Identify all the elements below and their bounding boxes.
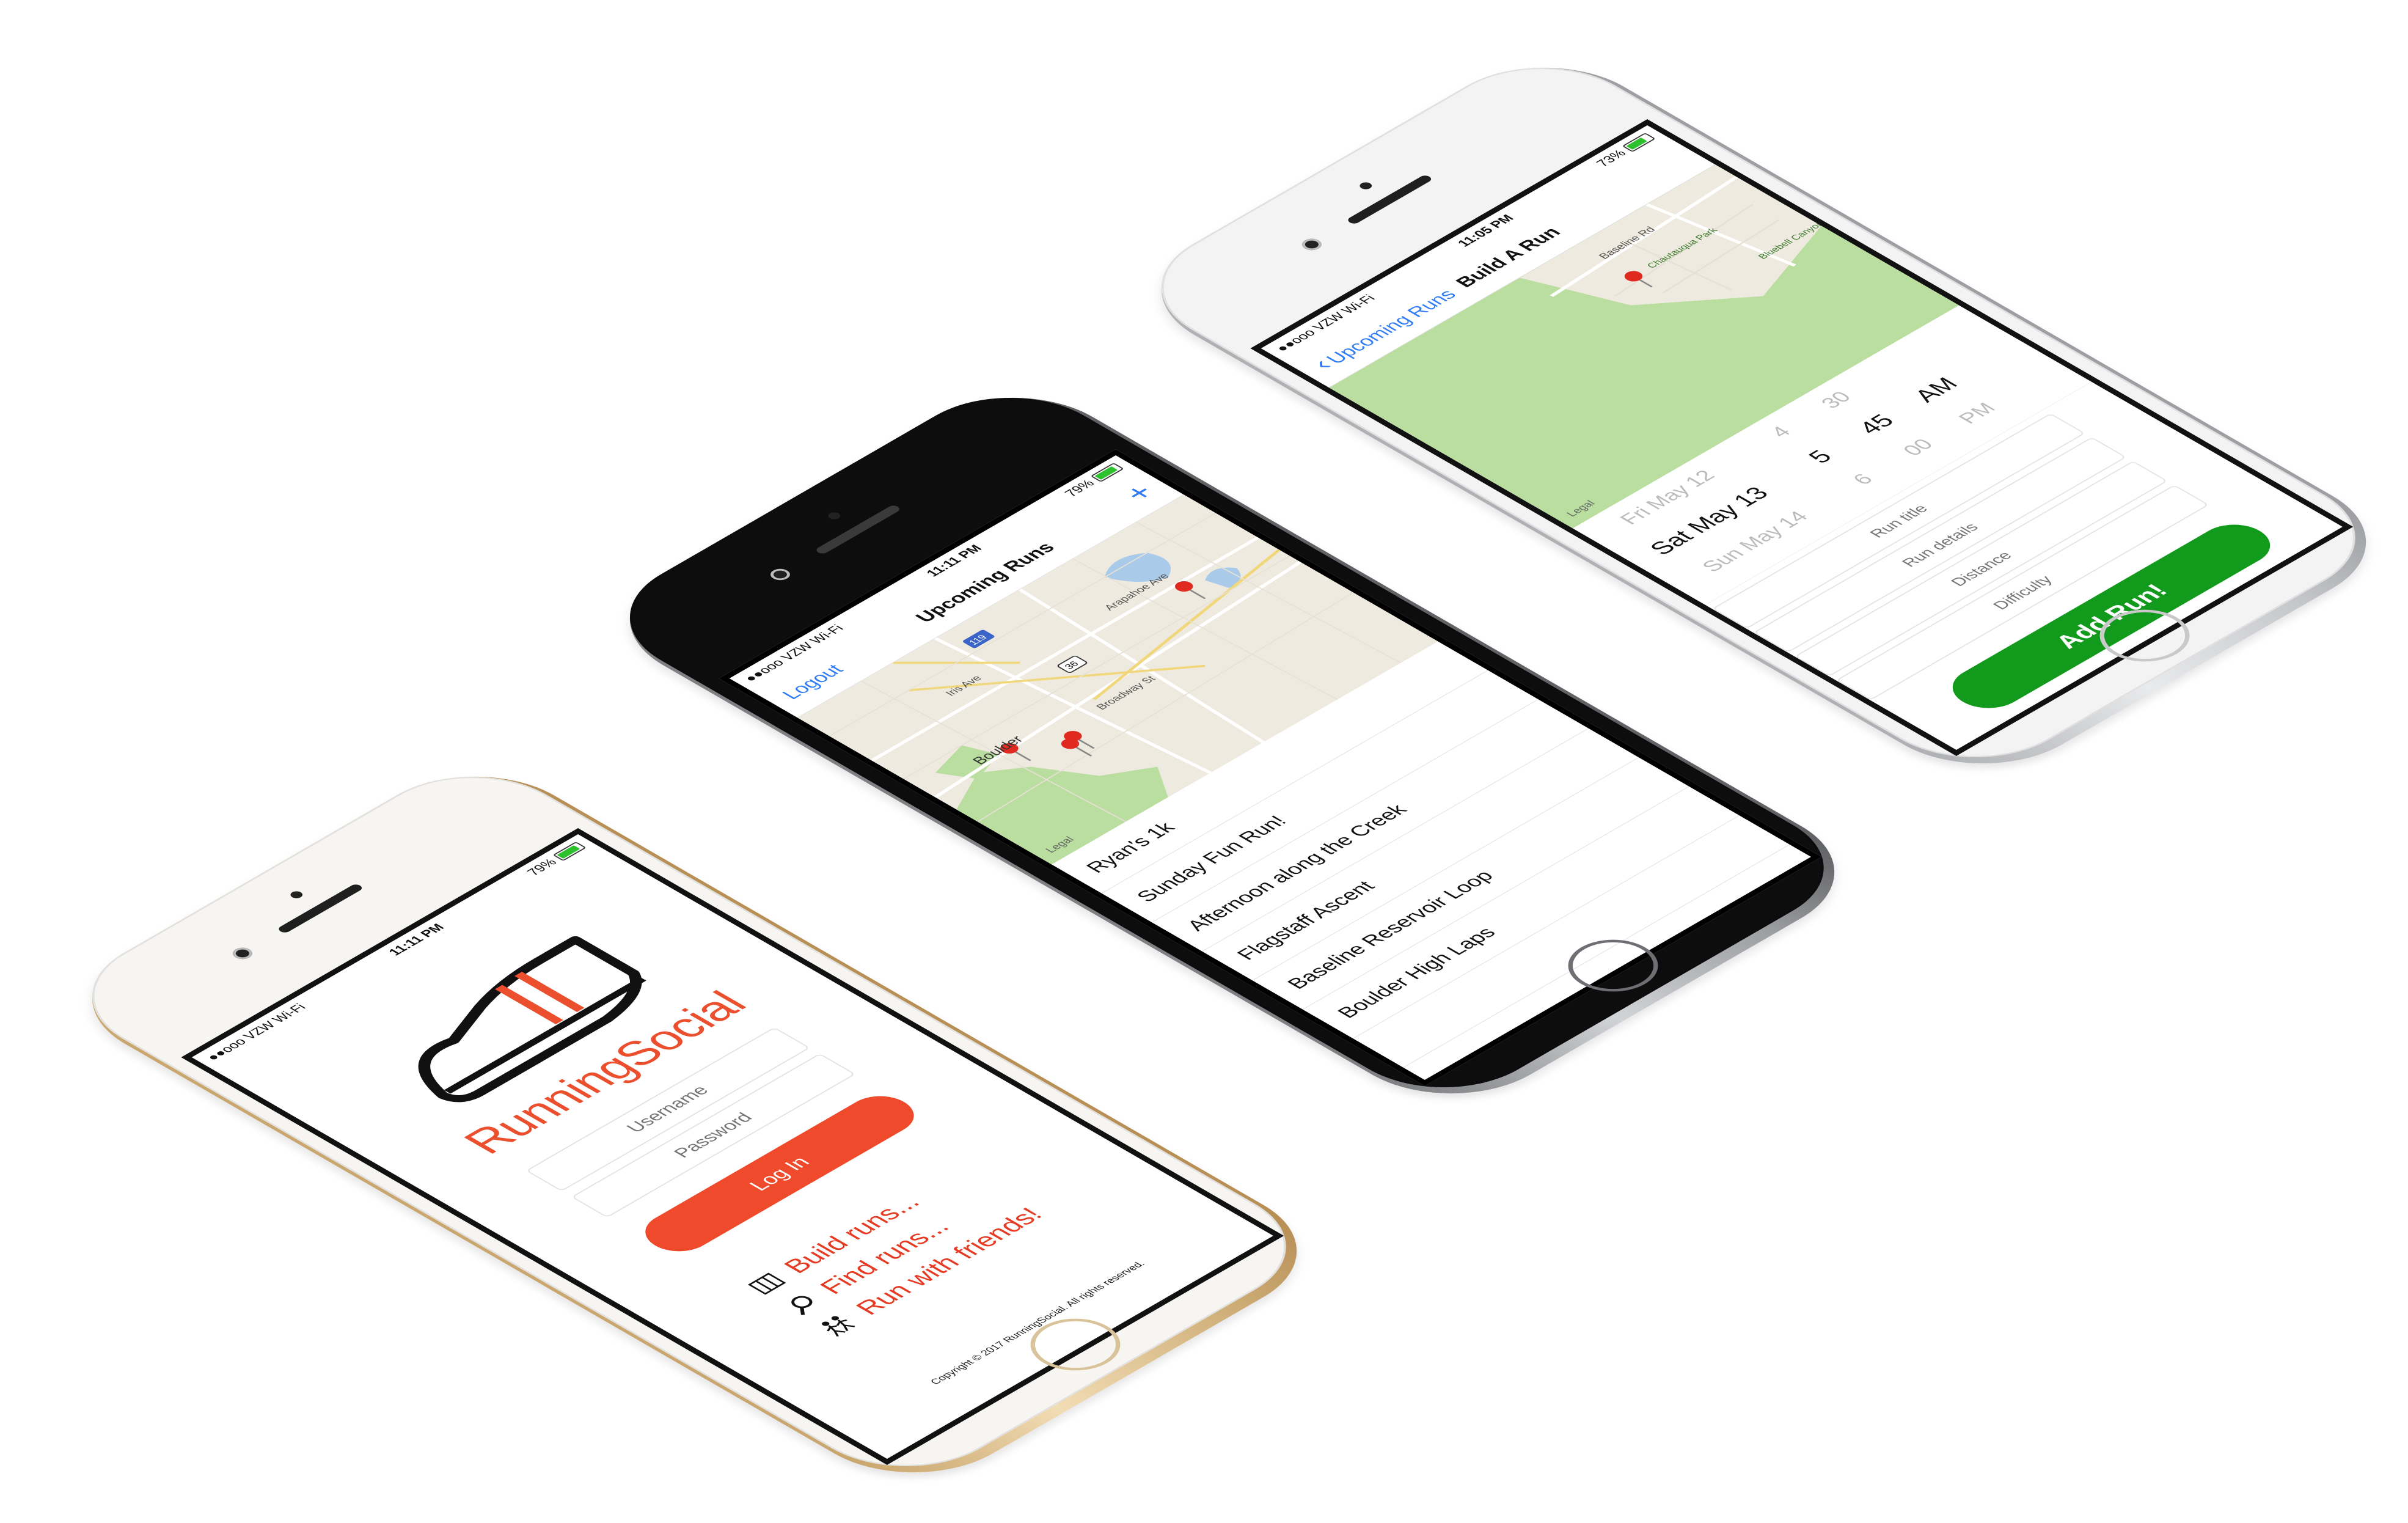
picker-hour-selected[interactable]: 5 [1803,447,1839,468]
front-camera [766,567,794,582]
add-run-plus-button[interactable]: + [1116,480,1163,507]
picker-minute-selected[interactable]: 45 [1853,411,1901,438]
front-camera [229,945,257,961]
picker-minute-next: 00 [1898,436,1939,459]
login-phone: ●●ooo VZW Wi-Fi 11:11 PM 79% RunningSoci… [45,750,1344,1504]
magnifier-icon [791,1296,813,1315]
runners-icon [822,1316,855,1337]
earpiece-speaker [814,504,902,555]
picker-hour-next: 6 [1848,471,1878,488]
picker-hour-prev: 4 [1765,423,1796,441]
picker-ampm-selected[interactable]: AM [1909,374,1964,406]
picker-ampm-next: PM [1953,400,2001,427]
earpiece-speaker [1345,174,1434,225]
picker-minute-prev: 30 [1816,388,1856,412]
highway-shield-icon: 36 [1057,655,1088,673]
map-guide-icon [747,1272,786,1295]
highway-shield-icon: 119 [963,629,995,648]
front-camera [1298,237,1326,252]
earpiece-speaker [276,883,365,934]
